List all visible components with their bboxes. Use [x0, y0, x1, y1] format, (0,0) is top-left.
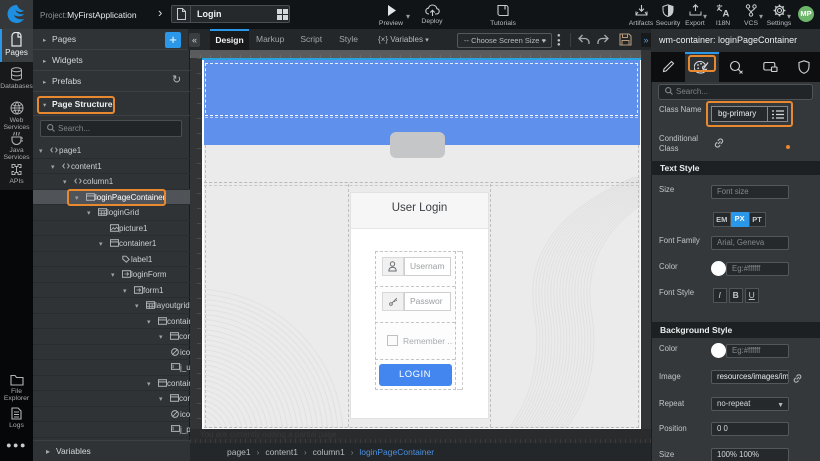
svg-text:A: A — [722, 9, 729, 18]
